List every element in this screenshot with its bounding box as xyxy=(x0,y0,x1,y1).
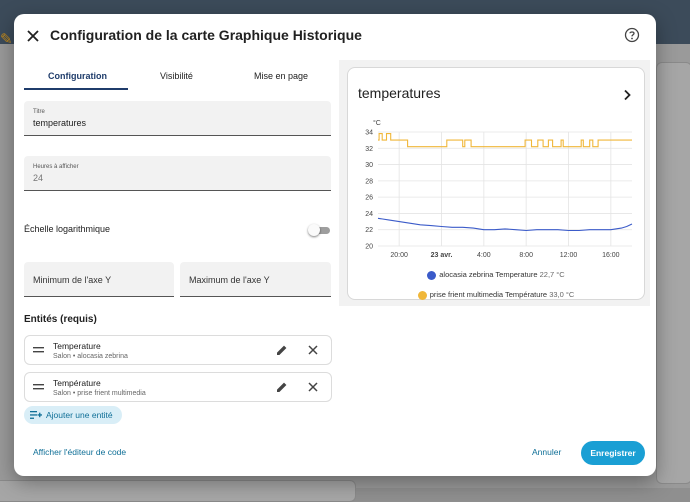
history-chart: °C34 32 30 28 26 24 22 20 20:00 23 avr. 4:00 8:00 12… xyxy=(365,119,633,259)
y-axis-max-field[interactable]: Maximum de l'axe Y xyxy=(180,262,331,297)
tab-visibility[interactable]: Visibilité xyxy=(160,71,193,81)
hours-field-value: 24 xyxy=(33,173,44,183)
background-card xyxy=(0,480,356,502)
close-icon[interactable] xyxy=(24,27,42,45)
help-icon[interactable] xyxy=(624,27,640,43)
active-tab-indicator xyxy=(24,88,128,90)
playlist-add-icon xyxy=(30,411,42,419)
legend-dot xyxy=(427,270,437,280)
title-field-value: temperatures xyxy=(33,118,87,128)
entity-subtitle: Salon • prise frient multimedia xyxy=(53,390,146,397)
title-field[interactable]: Titre temperatures xyxy=(24,101,331,136)
y-tick-label: 26 xyxy=(365,195,373,202)
preview-pane: temperatures °C 34 32 30 28 26 24 22 20 20:00 23 a… xyxy=(339,60,650,306)
title-field-label: Titre xyxy=(33,109,45,115)
legend-series-value: 33,0 °C xyxy=(549,290,575,299)
x-tick-label: 16:00 xyxy=(602,252,620,259)
y-axis-min-field[interactable]: Minimum de l'axe Y xyxy=(24,262,174,297)
legend-series-name: alocasia zebrina Temperature xyxy=(439,270,538,279)
hours-field-label: Heures à afficher xyxy=(33,164,79,170)
y-tick-label: 22 xyxy=(365,227,373,234)
entity-name: Temperature xyxy=(53,341,101,351)
chevron-right-icon[interactable] xyxy=(622,89,632,101)
y-tick-label: 30 xyxy=(365,162,373,169)
y-tick-label: 24 xyxy=(365,211,373,218)
card-title: temperatures xyxy=(358,85,441,101)
tab-configuration[interactable]: Configuration xyxy=(48,71,107,81)
show-code-editor-button[interactable]: Afficher l'éditeur de code xyxy=(33,447,126,457)
series-line-2 xyxy=(378,133,632,148)
close-icon[interactable] xyxy=(308,382,318,392)
x-tick-label: 23 avr. xyxy=(431,252,453,259)
tab-layout[interactable]: Mise en page xyxy=(254,71,308,81)
entity-subtitle: Salon • alocasia zebrina xyxy=(53,353,128,360)
legend-dot xyxy=(417,290,427,300)
entity-row: Temperature Salon • alocasia zebrina xyxy=(24,335,332,365)
drag-handle-icon[interactable] xyxy=(33,347,44,353)
entities-section-title: Entités (requis) xyxy=(24,314,97,325)
save-button[interactable]: Enregistrer xyxy=(581,441,645,465)
y-tick-label: 28 xyxy=(365,178,373,185)
y-tick-label: 34 xyxy=(365,130,373,137)
y-tick-label: 32 xyxy=(365,146,373,153)
entity-name: Température xyxy=(53,378,101,388)
x-tick-label: 8:00 xyxy=(519,252,533,259)
x-tick-label: 20:00 xyxy=(390,252,408,259)
card-config-dialog: Configuration de la carte Graphique Hist… xyxy=(14,14,656,476)
legend-item-series-1[interactable]: alocasia zebrina Temperature 22,7 °C xyxy=(348,270,644,280)
legend-series-value: 22,7 °C xyxy=(539,270,565,279)
cancel-button[interactable]: Annuler xyxy=(532,447,561,457)
pencil-icon[interactable] xyxy=(276,344,288,356)
y-axis-max-placeholder: Maximum de l'axe Y xyxy=(189,275,270,285)
add-entity-button[interactable]: Ajouter une entité xyxy=(24,406,122,424)
log-scale-label: Échelle logarithmique xyxy=(24,224,111,234)
background-card xyxy=(656,62,690,484)
y-tick-label: 20 xyxy=(365,244,373,251)
entity-row: Température Salon • prise frient multime… xyxy=(24,372,332,402)
dialog-title: Configuration de la carte Graphique Hist… xyxy=(50,27,362,43)
drag-handle-icon[interactable] xyxy=(33,384,44,390)
close-icon[interactable] xyxy=(308,345,318,355)
y-axis-unit-label: °C xyxy=(373,119,381,127)
toggle-thumb xyxy=(308,224,320,236)
x-tick-label: 12:00 xyxy=(560,252,578,259)
x-tick-label: 4:00 xyxy=(477,252,491,259)
dialog-header: Configuration de la carte Graphique Hist… xyxy=(14,14,656,58)
hours-to-show-field[interactable]: Heures à afficher 24 xyxy=(24,156,331,191)
add-entity-label: Ajouter une entité xyxy=(46,410,113,420)
legend-item-series-2[interactable]: prise frient multimedia Température 33,0… xyxy=(348,290,644,300)
pencil-icon[interactable] xyxy=(276,381,288,393)
series-line-1 xyxy=(377,217,633,232)
history-graph-card-preview: temperatures °C 34 32 30 28 26 24 22 20 20:00 23 a… xyxy=(347,67,645,300)
tab-bar: Configuration Visibilité Mise en page xyxy=(24,64,332,90)
legend-series-name: prise frient multimedia Température xyxy=(429,290,548,299)
y-axis-min-placeholder: Minimum de l'axe Y xyxy=(33,275,112,285)
log-scale-toggle[interactable] xyxy=(308,224,332,236)
